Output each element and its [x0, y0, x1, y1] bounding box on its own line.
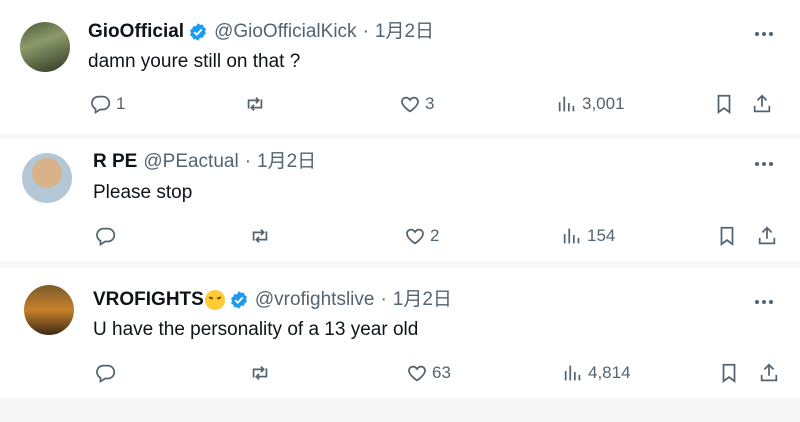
retweet-icon	[247, 96, 263, 112]
share-icon	[760, 363, 778, 382]
handle[interactable]: @PEactual	[143, 150, 238, 174]
retweet-icon	[252, 228, 268, 244]
views-chart-icon	[563, 228, 580, 244]
like-count: 2	[430, 226, 440, 245]
handle[interactable]: @GioOfficialKick	[214, 20, 356, 44]
more-options-icon[interactable]	[752, 156, 776, 172]
avatar[interactable]	[22, 153, 72, 203]
share-icon	[753, 94, 771, 113]
share-icon	[758, 226, 776, 245]
share-button[interactable]	[758, 362, 780, 384]
heart-icon	[406, 228, 424, 245]
display-name[interactable]: R PE	[93, 150, 137, 174]
views-chart-icon	[558, 96, 575, 112]
more-options-icon[interactable]	[752, 26, 776, 42]
tweet-header: GioOfficial @GioOfficialKick · 1月2日	[88, 20, 434, 44]
views-chart-icon	[564, 365, 581, 381]
tweet-header: R PE @PEactual · 1月2日	[93, 150, 316, 174]
bookmark-icon	[720, 226, 734, 246]
share-button[interactable]	[756, 225, 778, 247]
reply-icon	[91, 95, 111, 115]
separator-dot: ·	[380, 289, 387, 310]
retweet-button[interactable]	[249, 362, 275, 384]
reply-button[interactable]	[95, 225, 121, 247]
bookmark-button[interactable]	[718, 362, 740, 384]
view-count: 154	[587, 226, 616, 245]
tweet-item[interactable]: R PE @PEactual · 1月2日 Please stop 2 154	[0, 139, 800, 261]
verified-badge-icon	[229, 290, 249, 310]
views-button[interactable]: 154	[561, 225, 615, 247]
steam-face-emoji-icon	[204, 290, 225, 310]
timestamp[interactable]: 1月2日	[375, 20, 434, 44]
like-button[interactable]: 3	[399, 93, 434, 115]
share-button[interactable]	[751, 93, 773, 115]
bookmark-icon	[717, 94, 731, 114]
tweet-item[interactable]: GioOfficial @GioOfficialKick · 1月2日 damn…	[0, 0, 800, 134]
reply-count: 1	[116, 94, 126, 113]
like-count: 3	[425, 94, 435, 113]
bookmark-button[interactable]	[716, 225, 738, 247]
timestamp[interactable]: 1月2日	[257, 150, 316, 174]
like-count: 63	[432, 363, 451, 382]
reply-button[interactable]: 1	[90, 93, 125, 115]
view-count: 4,814	[588, 363, 631, 382]
verified-badge-icon	[188, 22, 208, 42]
avatar[interactable]	[24, 285, 74, 335]
heart-icon	[401, 96, 419, 113]
separator-dot: ·	[244, 151, 252, 172]
retweet-button[interactable]	[249, 225, 275, 247]
tweet-text: damn youre still on that ?	[88, 51, 301, 72]
heart-icon	[408, 365, 426, 382]
timestamp[interactable]: 1月2日	[393, 288, 452, 312]
tweet-text: Please stop	[93, 182, 193, 203]
display-name[interactable]: GioOfficial	[88, 20, 184, 44]
views-button[interactable]: 3,001	[556, 93, 625, 115]
reply-icon	[96, 227, 116, 247]
separator-dot: ·	[362, 21, 369, 42]
more-options-icon[interactable]	[752, 294, 776, 310]
reply-icon	[96, 364, 116, 384]
handle[interactable]: @vrofightslive	[255, 288, 375, 312]
tweet-header: VROFIGHTS @vrofightslive · 1月2日	[93, 288, 452, 312]
retweet-icon	[252, 365, 268, 381]
views-button[interactable]: 4,814	[562, 362, 631, 384]
avatar[interactable]	[20, 22, 70, 72]
bookmark-button[interactable]	[713, 93, 735, 115]
tweet-text: U have the personality of a 13 year old	[93, 319, 419, 340]
display-name[interactable]: VROFIGHTS	[93, 288, 204, 312]
retweet-button[interactable]	[244, 93, 270, 115]
bookmark-icon	[722, 363, 736, 383]
like-button[interactable]: 2	[404, 225, 439, 247]
reply-button[interactable]	[95, 362, 121, 384]
like-button[interactable]: 63	[406, 362, 451, 384]
tweet-item[interactable]: VROFIGHTS @vrofightslive · 1月2日 U have t…	[0, 268, 800, 398]
view-count: 3,001	[582, 94, 625, 113]
